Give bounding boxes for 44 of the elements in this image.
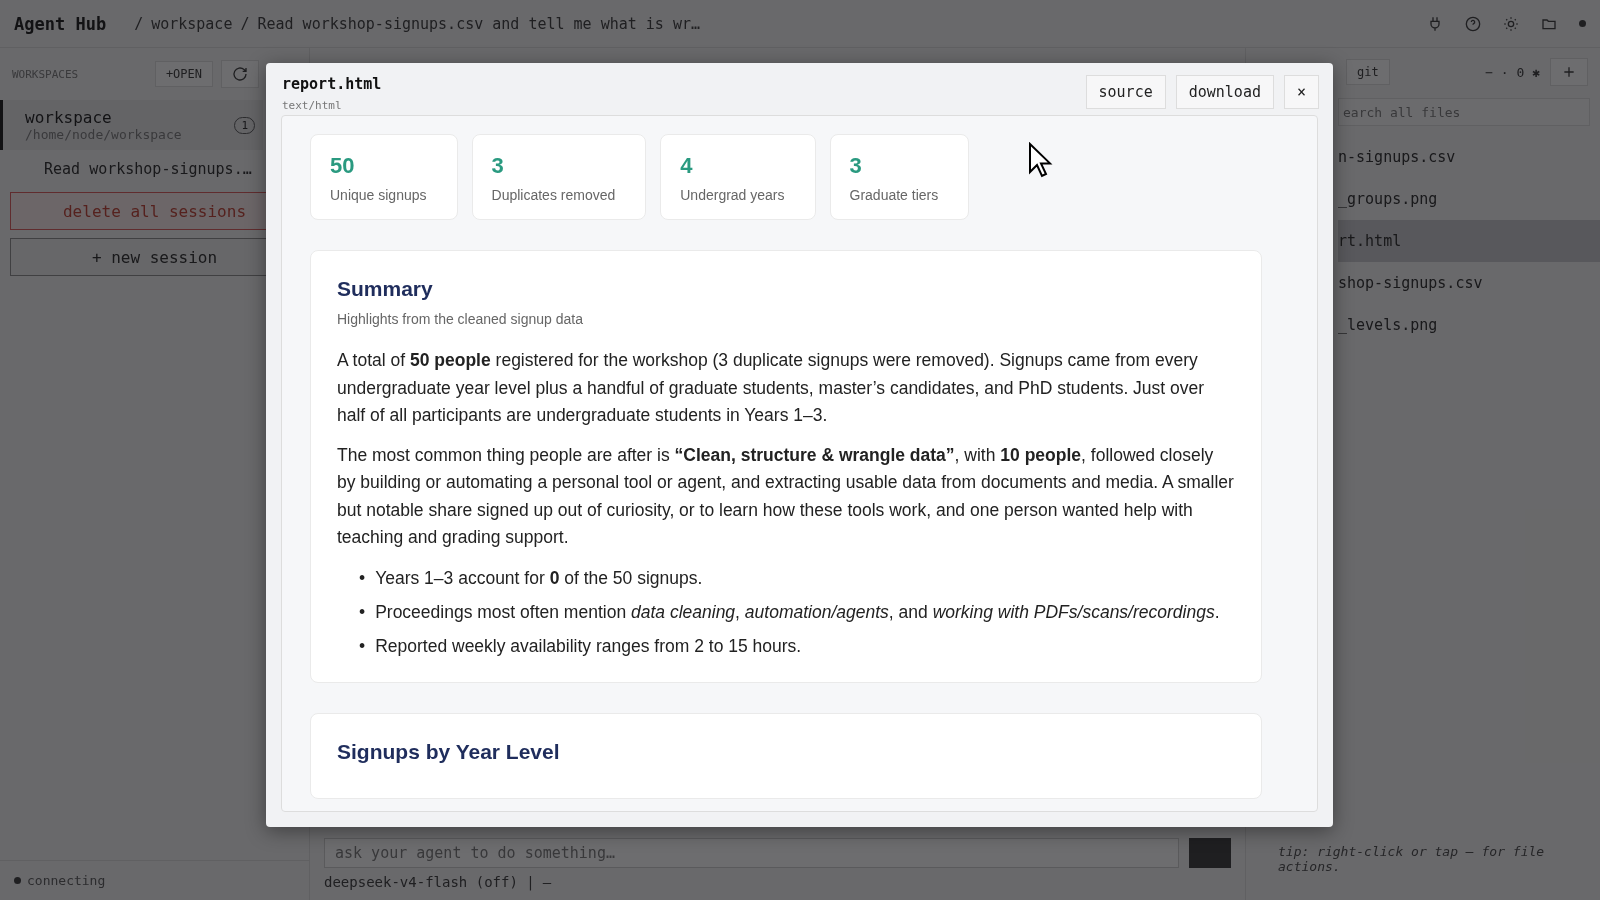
stat-value: 3 <box>491 153 505 179</box>
breadcrumb-separator: / <box>134 14 144 33</box>
section-title: Signups by Year Level <box>337 739 561 764</box>
breadcrumb-separator: / <box>240 14 250 33</box>
file-item[interactable]: shop-signups.csv <box>1338 262 1600 304</box>
section-title: Summary <box>337 277 434 301</box>
bullet-item: Reported weekly availability ranges from 2 to 15 hours. <box>375 634 802 658</box>
file-item[interactable]: rt.html <box>1338 220 1600 262</box>
bullet-marker: • <box>359 566 366 590</box>
dialog-action-button[interactable]: download <box>1175 75 1274 109</box>
tip-text: tip: right-click or tap — for file actions. <box>1278 844 1546 876</box>
file-item[interactable]: n-signups.csv <box>1338 136 1600 178</box>
file-item[interactable]: _groups.png <box>1338 178 1600 220</box>
stat-value: 4 <box>680 153 694 179</box>
file-type: text/html <box>282 99 343 112</box>
stat-label: Unique signups <box>330 187 427 203</box>
breadcrumb-item[interactable]: workspace <box>151 14 233 33</box>
close-button[interactable]: × <box>1283 75 1319 109</box>
file-title: report.html <box>282 75 382 93</box>
bullet-marker: • <box>359 634 366 658</box>
section-subtitle: Highlights from the cleaned signup data <box>337 311 584 327</box>
connection-status: connecting <box>27 873 106 888</box>
bullet-item: Years 1–3 account for 0 of the 50 signups. <box>375 566 703 590</box>
bullet-marker: • <box>359 600 366 624</box>
session-title: Read workshop-signups.… <box>44 160 252 178</box>
workspace-name: workspace <box>25 108 113 127</box>
model-label: deepseek-v4-flash (off) | <box>324 874 535 890</box>
stat-value: 3 <box>849 153 863 179</box>
paragraph: The most common thing people are after is “Clean, structure & wrangle data”, with 10 people, followed closely by building or automating a personal tool or agent, and extracting usable data from documents and media. A smaller but notable share signed up out of curiosity, or to learn how these tools work, and one person wanted help with teaching and grading support. <box>337 443 1235 549</box>
dialog-action-button[interactable]: source <box>1085 75 1166 109</box>
bullet-item: Proceedings most often mention data cleaning, automation/agents, and working with PDFs/scans/recordings. <box>375 600 1220 624</box>
open-button[interactable]: +OPEN <box>154 61 213 87</box>
stat-label: Undergrad years <box>680 187 785 203</box>
git-button[interactable]: git <box>1346 59 1390 85</box>
file-item[interactable]: _levels.png <box>1338 304 1600 346</box>
session-item[interactable]: Read workshop-signups.… <box>0 150 263 188</box>
breadcrumb-item[interactable]: Read workshop-signups.csv and tell me what is wr… <box>257 14 700 33</box>
stat-label: Graduate tiers <box>849 187 939 203</box>
change-counts: − · 0 ✱ <box>1485 64 1540 80</box>
paragraph: A total of 50 people registered for the workshop (3 duplicate signups were removed). Signups came from every undergraduate year level plus a handful of graduate students, master’s candidates, and PhD students. Just over half of all participants are undergraduate students in Years 1–3. <box>337 349 1206 427</box>
stat-label: Duplicates removed <box>491 187 616 203</box>
app-brand: Agent Hub <box>14 13 107 34</box>
branch-label: — <box>542 874 552 890</box>
stat-value: 50 <box>330 153 356 179</box>
